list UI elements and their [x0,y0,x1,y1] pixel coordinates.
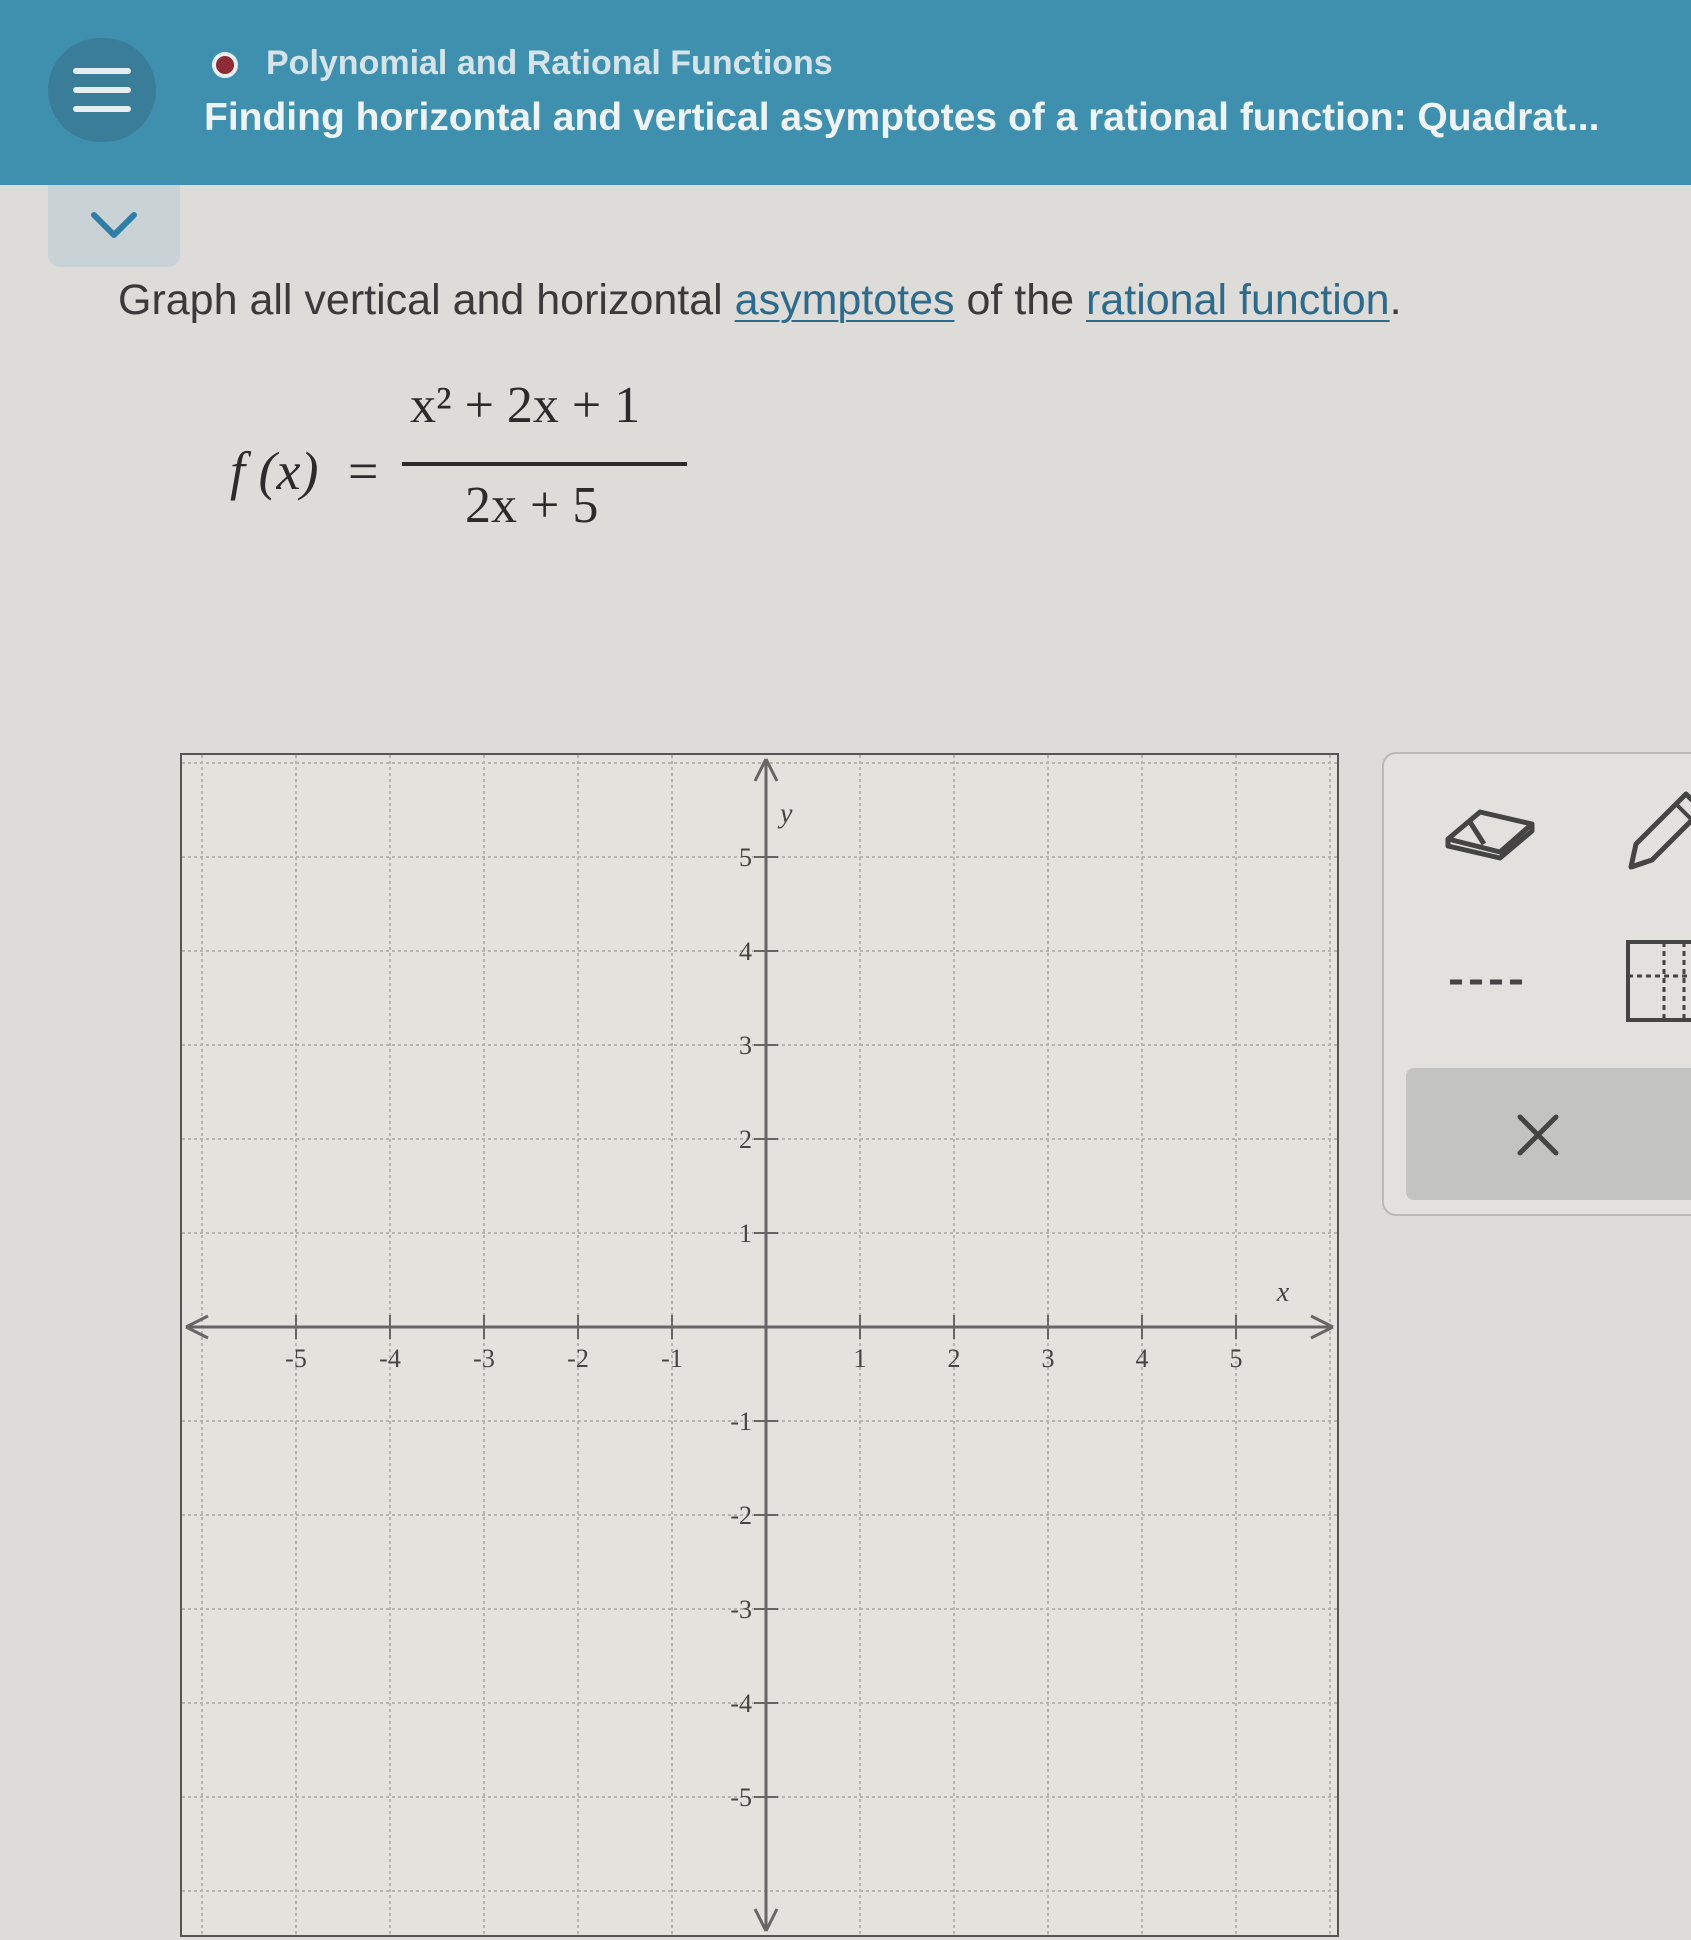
eraser-icon[interactable] [1440,794,1540,864]
y-tick-label: 3 [739,1031,752,1060]
y-tick-label: 4 [739,937,752,966]
y-tick-label: -3 [730,1595,752,1624]
x-tick-label: -2 [567,1344,589,1373]
header-bar: Polynomial and Rational Functions Findin… [0,0,1691,185]
x-tick-label: -3 [473,1344,495,1373]
clear-button[interactable] [1406,1068,1691,1200]
rational-function-link[interactable]: rational function [1086,276,1390,324]
x-tick-label: -1 [661,1344,683,1373]
y-tick-label: -4 [730,1689,752,1718]
y-tick-label: 1 [739,1219,752,1248]
x-tick-label: 4 [1136,1344,1149,1373]
y-tick-label: 2 [739,1125,752,1154]
formula-denominator: 2x + 5 [465,477,599,534]
hamburger-icon-line [73,106,131,112]
hamburger-icon-line [73,87,131,93]
status-dot-icon [212,52,238,78]
y-tick-label: -2 [730,1501,752,1530]
x-tick-label: 1 [854,1344,867,1373]
fraction-bar [402,462,687,466]
asymptotes-link[interactable]: asymptotes [735,276,955,324]
graph-canvas[interactable]: -5 -4 -3 -2 -1 1 2 3 4 5 5 4 3 2 1 -1 -2 -3 -4 -5 x y [180,753,1339,1937]
instruction-text: of the [954,276,1087,324]
menu-button[interactable] [48,38,156,142]
x-axis-label: x [1276,1277,1290,1308]
x-tick-label: 2 [948,1344,961,1373]
y-tick-label: -5 [730,1783,752,1812]
hamburger-icon-line [73,68,131,74]
close-icon [1517,1114,1559,1156]
pencil-icon[interactable] [1616,782,1691,882]
question-instruction: Graph all vertical and horizontal asympt… [118,276,1402,325]
x-tick-label: 5 [1230,1344,1243,1373]
topic-label: Polynomial and Rational Functions [266,44,833,82]
instruction-text: . [1389,276,1402,324]
coordinate-plane[interactable]: -5 -4 -3 -2 -1 1 2 3 4 5 5 4 3 2 1 -1 -2 -3 -4 -5 x y [182,755,1337,1935]
page-title: Finding horizontal and vertical asymptot… [204,96,1600,139]
collapse-toggle-button[interactable] [48,185,180,267]
y-tick-label: 5 [739,843,752,872]
formula-numerator: x² + 2x + 1 [410,377,641,434]
asymptote-icon[interactable] [1624,938,1691,1024]
y-axis-label: y [777,799,793,830]
formula-lhs: f (x) [230,441,319,501]
dashed-line-icon[interactable] [1448,972,1532,992]
formula-equals: = [348,441,379,501]
x-tick-label: -4 [379,1344,401,1373]
instruction-text: Graph all vertical and horizontal [118,276,735,324]
x-tick-label: -5 [285,1344,307,1373]
chevron-down-icon [91,212,137,238]
x-tick-label: 3 [1042,1344,1055,1373]
y-tick-label: -1 [730,1407,752,1436]
